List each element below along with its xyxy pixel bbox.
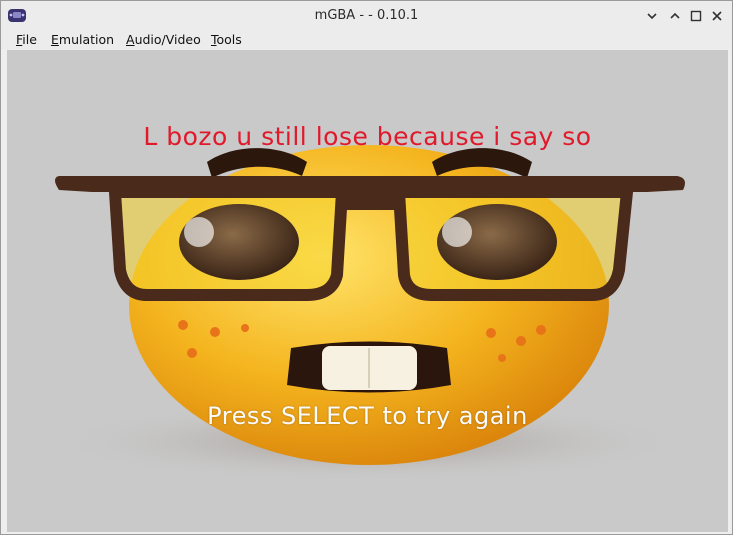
menu-emulation-mnemonic: E bbox=[51, 32, 59, 47]
menu-emulation[interactable]: Emulation bbox=[51, 32, 114, 47]
menu-tools-label: ools bbox=[216, 32, 242, 47]
menu-audio-video-label: udio/Video bbox=[134, 32, 201, 47]
minimize-icon[interactable] bbox=[643, 7, 661, 25]
glasses-bridge bbox=[340, 192, 402, 210]
mgba-window: mGBA - - 0.10.1 File Emulation Audio/Vid… bbox=[0, 0, 733, 535]
game-screen[interactable]: L bozo u still lose because i say so Pre… bbox=[7, 50, 728, 532]
menu-audio-video[interactable]: Audio/Video bbox=[126, 32, 201, 47]
menu-tools[interactable]: Tools bbox=[211, 32, 242, 47]
menu-audio-video-mnemonic: A bbox=[126, 32, 135, 47]
left-eye-highlight bbox=[184, 217, 214, 247]
game-bottom-caption: Press SELECT to try again bbox=[207, 402, 528, 430]
right-eye-highlight bbox=[442, 217, 472, 247]
menu-file-label: ile bbox=[22, 32, 37, 47]
menu-emulation-label: mulation bbox=[58, 32, 115, 47]
menu-file[interactable]: File bbox=[16, 32, 37, 47]
title-bar[interactable]: mGBA - - 0.10.1 bbox=[1, 1, 732, 31]
game-top-caption: L bozo u still lose because i say so bbox=[143, 122, 592, 151]
menu-bar: File Emulation Audio/Video Tools bbox=[1, 31, 732, 49]
window-title: mGBA - - 0.10.1 bbox=[314, 8, 419, 23]
maximize-icon[interactable] bbox=[687, 7, 705, 25]
restore-icon[interactable] bbox=[666, 7, 684, 25]
close-icon[interactable] bbox=[708, 7, 726, 25]
